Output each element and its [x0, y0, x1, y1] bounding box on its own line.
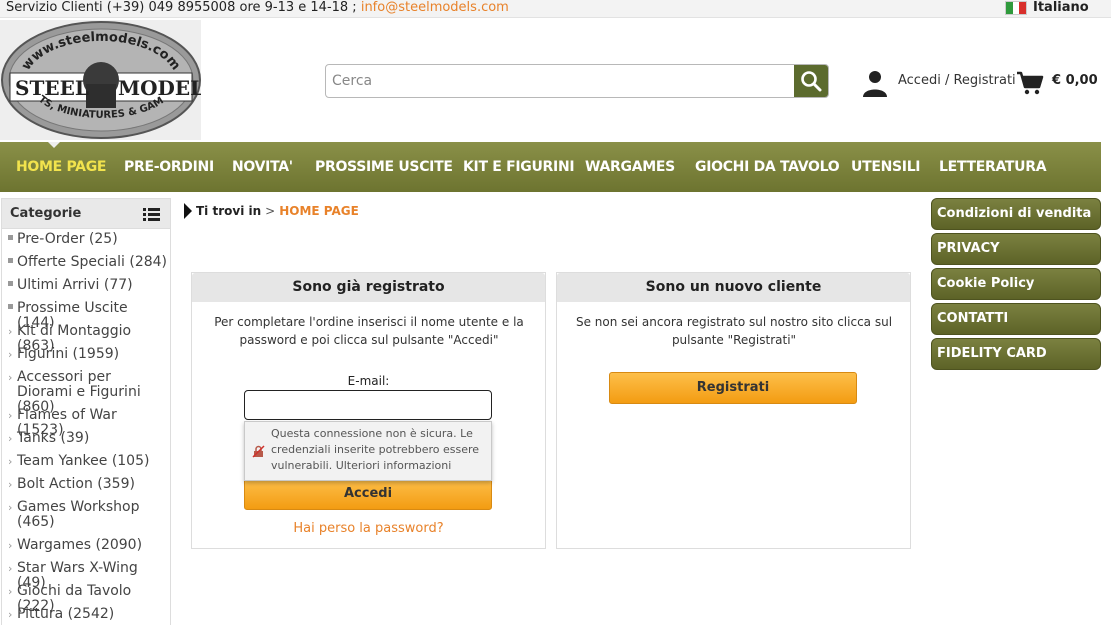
logo-brand-left: STEEL: [15, 76, 89, 100]
square-bullet-icon: [8, 234, 13, 240]
site-logo[interactable]: www.steelmodels.com STEEL MODELS KITS, M…: [0, 20, 201, 140]
more-info-link[interactable]: Ulteriori informazioni: [336, 459, 452, 472]
category-pre-order[interactable]: Pre-Order (25): [8, 232, 167, 247]
chevron-right-icon: ›: [8, 455, 13, 468]
categories-header: Categorie: [2, 199, 170, 229]
category-games-workshop[interactable]: › Games Workshop (465): [8, 500, 167, 530]
insecure-lock-icon: [252, 445, 265, 458]
chevron-right-icon: ›: [8, 478, 13, 491]
condizioni-di-vendita-button[interactable]: Condizioni di vendita: [931, 198, 1101, 230]
italy-flag-icon: [1005, 1, 1027, 15]
top-info-bar: Servizio Clienti (+39) 049 8955008 ore 9…: [0, 0, 1111, 18]
login-instructions: Per completare l'ordine inserisci il nom…: [214, 315, 524, 347]
nav-novita[interactable]: NOVITA': [232, 142, 293, 192]
register-panel: Sono un nuovo cliente Se non sei ancora …: [556, 272, 911, 549]
nav-prossime-uscite[interactable]: PROSSIME USCITE: [315, 142, 453, 192]
list-menu-icon[interactable]: [143, 208, 160, 221]
category-label: Pre-Order (25): [17, 231, 118, 247]
chevron-right-icon: ›: [8, 501, 13, 514]
chevron-right-icon: ›: [8, 409, 13, 422]
privacy-button[interactable]: PRIVACY: [931, 233, 1101, 265]
cart-total[interactable]: € 0,00: [1052, 73, 1098, 88]
category-offerte-speciali[interactable]: Offerte Speciali (284): [8, 255, 167, 270]
category-wargames[interactable]: › Wargames (2090): [8, 538, 167, 553]
breadcrumb-arrow-icon: [184, 203, 192, 219]
category-label: Figurini (1959): [17, 346, 120, 362]
customer-service-info: Servizio Clienti (+39) 049 8955008 ore 9…: [6, 0, 509, 16]
cookie-policy-button[interactable]: Cookie Policy: [931, 268, 1101, 300]
language-label: Italiano: [1033, 0, 1089, 15]
chevron-right-icon: ›: [8, 325, 13, 338]
fidelity-card-button[interactable]: FIDELITY CARD: [931, 338, 1101, 370]
category-label: Pittura (2542): [17, 606, 115, 622]
nav-home-page[interactable]: HOME PAGE: [16, 142, 106, 192]
login-panel-title: Sono già registrato: [192, 273, 545, 302]
email-field[interactable]: [244, 390, 492, 420]
chevron-right-icon: ›: [8, 562, 13, 575]
breadcrumb-label: Ti trovi in: [196, 204, 262, 218]
contatti-button[interactable]: CONTATTI: [931, 303, 1101, 335]
category-label: Games Workshop (465): [17, 499, 140, 530]
logo-badge: www.steelmodels.com STEEL MODELS KITS, M…: [0, 20, 201, 139]
search-button[interactable]: [794, 65, 828, 97]
user-icon[interactable]: [862, 70, 888, 98]
chevron-right-icon: ›: [8, 348, 13, 361]
register-instructions: Se non sei ancora registrato sul nostro …: [575, 315, 893, 347]
chevron-right-icon: ›: [8, 608, 13, 621]
square-bullet-icon: [8, 280, 13, 286]
category-bolt-action[interactable]: › Bolt Action (359): [8, 477, 167, 492]
search-input[interactable]: [326, 65, 794, 97]
insecure-login-warning: Questa connessione non è sicura. Le cred…: [244, 421, 492, 481]
chevron-right-icon: ›: [8, 585, 13, 598]
nav-letteratura[interactable]: LETTERATURA: [939, 142, 1047, 192]
category-figurini[interactable]: › Figurini (1959): [8, 347, 167, 362]
category-ultimi-arrivi[interactable]: Ultimi Arrivi (77): [8, 278, 167, 293]
square-bullet-icon: [8, 257, 13, 263]
breadcrumb: Ti trovi in > HOME PAGE: [184, 203, 359, 219]
login-button[interactable]: Accedi: [244, 478, 492, 510]
categories-title: Categorie: [10, 206, 82, 221]
breadcrumb-separator: >: [265, 204, 276, 218]
shopping-cart-icon[interactable]: [1016, 71, 1044, 95]
category-label: Offerte Speciali (284): [17, 254, 168, 270]
customer-service-text: Servizio Clienti (+39) 049 8955008 ore 9…: [6, 0, 357, 15]
register-panel-title: Sono un nuovo cliente: [557, 273, 910, 302]
login-register-link[interactable]: Accedi / Registrati: [898, 73, 1016, 88]
category-label: Tanks (39): [17, 430, 90, 446]
login-panel: Sono già registrato Per completare l'ord…: [191, 272, 546, 549]
square-bullet-icon: [8, 303, 13, 309]
email-label: E-mail:: [347, 374, 390, 388]
nav-pre-ordini[interactable]: PRE-ORDINI: [124, 142, 214, 192]
category-label: Bolt Action (359): [17, 476, 135, 492]
nav-giochi-da-tavolo[interactable]: GIOCHI DA TAVOLO: [695, 142, 840, 192]
chevron-right-icon: ›: [8, 539, 13, 552]
search-icon: [801, 71, 822, 92]
category-label: Team Yankee (105): [17, 453, 150, 469]
category-team-yankee[interactable]: › Team Yankee (105): [8, 454, 167, 469]
category-label: Wargames (2090): [17, 537, 143, 553]
email-link[interactable]: info@steelmodels.com: [361, 0, 509, 15]
breadcrumb-current[interactable]: HOME PAGE: [279, 204, 359, 218]
category-label: Ultimi Arrivi (77): [17, 277, 133, 293]
nav-utensili[interactable]: UTENSILI: [851, 142, 921, 192]
main-navigation: HOME PAGE PRE-ORDINI NOVITA' PROSSIME US…: [0, 142, 1101, 192]
chevron-right-icon: ›: [8, 432, 13, 445]
forgot-password-link[interactable]: Hai perso la password?: [192, 521, 545, 536]
register-button[interactable]: Registrati: [609, 372, 857, 404]
nav-wargames[interactable]: WARGAMES: [585, 142, 675, 192]
nav-kit-e-figurini[interactable]: KIT E FIGURINI: [463, 142, 575, 192]
category-pittura[interactable]: › Pittura (2542): [8, 607, 167, 622]
categories-sidebar: Categorie Pre-Order (25) Offerte Special…: [1, 198, 171, 625]
category-tanks[interactable]: › Tanks (39): [8, 431, 167, 446]
chevron-right-icon: ›: [8, 371, 13, 384]
search-bar: [325, 64, 829, 98]
language-selector[interactable]: Italiano: [1005, 0, 1089, 16]
